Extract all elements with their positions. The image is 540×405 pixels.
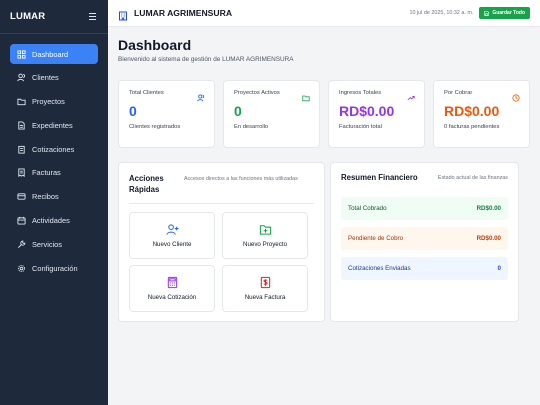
sidebar-item-label: Clientes xyxy=(32,73,59,83)
receipt-icon xyxy=(17,168,26,178)
current-datetime: 10 jul de 2025, 10:32 a. m. xyxy=(409,10,474,16)
folder-icon xyxy=(302,89,310,102)
new-quote-button[interactable]: Nueva Cotización xyxy=(129,265,215,312)
stat-description: En desarrollo xyxy=(234,124,269,130)
sidebar-item-configuracion[interactable]: Configuración xyxy=(10,258,98,278)
gear-icon xyxy=(17,264,26,273)
new-invoice-label: Nueva Factura xyxy=(244,294,286,301)
sidebar-item-label: Cotizaciones xyxy=(32,144,75,154)
new-invoice-button[interactable]: Nueva Factura xyxy=(222,265,308,312)
quick-actions-panel: Acciones Rápidas Accesos directos a las … xyxy=(118,162,325,322)
stat-value: RD$0.00 xyxy=(339,103,395,119)
user-plus-icon xyxy=(165,224,179,235)
clipboard-icon xyxy=(17,145,26,154)
users-icon xyxy=(17,73,26,82)
wrench-icon xyxy=(17,240,26,249)
sidebar-item-expedientes[interactable]: Expedientes xyxy=(10,115,98,135)
stat-value: 0 xyxy=(234,103,242,119)
summary-row-pendiente-cobro: Pendiente de Cobro RD$0.00 xyxy=(341,227,508,250)
summary-value: RD$0.00 xyxy=(476,205,501,212)
summary-row-total-cobrado: Total Cobrado RD$0.00 xyxy=(341,197,508,220)
financial-summary-header: Resumen Financiero Estado actual de las … xyxy=(341,173,508,190)
quick-actions-title: Acciones Rápidas xyxy=(129,174,164,194)
building-icon xyxy=(118,8,128,21)
folder-icon xyxy=(17,97,26,106)
sidebar-item-facturas[interactable]: Facturas xyxy=(10,163,98,183)
save-all-label: Guardar Todo xyxy=(492,10,525,16)
new-quote-label: Nueva Cotización xyxy=(147,294,197,301)
top-bar-actions: 10 jul de 2025, 10:32 a. m. Guardar Todo xyxy=(409,7,530,19)
hamburger-icon[interactable] xyxy=(87,11,98,22)
stat-card-ingresos-totales: Ingresos Totales RD$0.00 Facturación tot… xyxy=(328,80,425,148)
sidebar-item-cotizaciones[interactable]: Cotizaciones xyxy=(10,139,98,159)
calculator-icon xyxy=(167,276,177,289)
new-project-label: Nuevo Proyecto xyxy=(242,241,288,248)
stat-title: Total Clientes xyxy=(129,90,164,96)
summary-label: Cotizaciones Enviadas xyxy=(348,265,411,272)
stat-title: Por Cobrar xyxy=(444,90,473,96)
financial-summary-title: Resumen Financiero xyxy=(341,173,418,182)
sidebar-item-label: Servicios xyxy=(32,239,62,249)
quick-actions-header: Acciones Rápidas Accesos directos a las … xyxy=(129,173,314,204)
new-client-button[interactable]: Nuevo Cliente xyxy=(129,212,215,259)
sidebar-item-proyectos[interactable]: Proyectos xyxy=(10,92,98,112)
clock-icon xyxy=(512,89,520,102)
app-title: LUMAR AGRIMENSURA xyxy=(134,8,233,18)
stat-value: 0 xyxy=(129,103,137,119)
summary-value: RD$0.00 xyxy=(476,235,501,242)
summary-label: Pendiente de Cobro xyxy=(348,235,404,242)
sidebar-item-actividades[interactable]: Actividades xyxy=(10,211,98,231)
stat-title: Ingresos Totales xyxy=(339,90,382,96)
sidebar-item-dashboard[interactable]: Dashboard xyxy=(10,44,98,64)
file-icon xyxy=(17,121,26,130)
stat-title: Proyectos Activos xyxy=(234,90,280,96)
sidebar: LUMAR Dashboard Clientes Proyectos Exped… xyxy=(0,0,108,405)
stat-description: Clientes registrados xyxy=(129,124,181,130)
sidebar-item-clientes[interactable]: Clientes xyxy=(10,68,98,88)
stat-description: 0 facturas pendientes xyxy=(444,124,500,130)
sidebar-item-label: Actividades xyxy=(32,216,70,226)
main-content: Dashboard Bienvenido al sistema de gesti… xyxy=(108,27,540,405)
sidebar-item-servicios[interactable]: Servicios xyxy=(10,234,98,254)
stat-description: Facturación total xyxy=(339,124,382,130)
trending-up-icon xyxy=(407,89,415,101)
quick-actions-subtitle: Accesos directos a las funciones más uti… xyxy=(184,176,298,182)
financial-summary-panel: Resumen Financiero Estado actual de las … xyxy=(330,162,519,322)
stat-card-proyectos-activos: Proyectos Activos 0 En desarrollo xyxy=(223,80,320,148)
summary-row-cotizaciones-enviadas: Cotizaciones Enviadas 0 xyxy=(341,257,508,280)
page-title: Dashboard xyxy=(118,37,192,53)
folder-plus-icon xyxy=(259,225,271,235)
users-icon xyxy=(197,89,205,102)
stat-card-por-cobrar: Por Cobrar RD$0.00 0 facturas pendientes xyxy=(433,80,530,148)
sidebar-item-recibos[interactable]: Recibos xyxy=(10,187,98,207)
summary-value: 0 xyxy=(497,265,501,272)
financial-summary-subtitle: Estado actual de las finanzas xyxy=(437,174,508,181)
new-client-label: Nuevo Cliente xyxy=(152,241,192,248)
sidebar-item-label: Dashboard xyxy=(32,49,69,59)
stats-row: Total Clientes 0 Clientes registrados Pr… xyxy=(118,80,530,148)
page-subtitle: Bienvenido al sistema de gestión de LUMA… xyxy=(118,56,294,63)
sidebar-item-label: Proyectos xyxy=(32,97,65,107)
sidebar-item-label: Facturas xyxy=(32,168,61,178)
save-icon xyxy=(484,10,490,16)
new-project-button[interactable]: Nuevo Proyecto xyxy=(222,212,308,259)
stat-card-total-clientes: Total Clientes 0 Clientes registrados xyxy=(118,80,215,148)
sidebar-item-label: Configuración xyxy=(32,263,78,273)
stat-value: RD$0.00 xyxy=(444,103,500,119)
sidebar-item-label: Expedientes xyxy=(32,120,73,130)
sidebar-item-label: Recibos xyxy=(32,192,59,202)
dollar-file-icon xyxy=(260,276,270,289)
sidebar-nav: Dashboard Clientes Proyectos Expedientes… xyxy=(0,34,108,278)
sidebar-header: LUMAR xyxy=(0,0,108,34)
save-all-button[interactable]: Guardar Todo xyxy=(479,7,530,19)
quick-actions-grid: Nuevo Cliente Nuevo Proyecto Nueva Cotiz… xyxy=(129,212,314,312)
calendar-icon xyxy=(17,216,26,225)
top-bar: LUMAR AGRIMENSURA 10 jul de 2025, 10:32 … xyxy=(108,0,540,27)
grid-icon xyxy=(17,49,26,59)
sidebar-logo: LUMAR xyxy=(10,11,46,22)
credit-card-icon xyxy=(17,192,26,201)
summary-label: Total Cobrado xyxy=(348,205,387,212)
